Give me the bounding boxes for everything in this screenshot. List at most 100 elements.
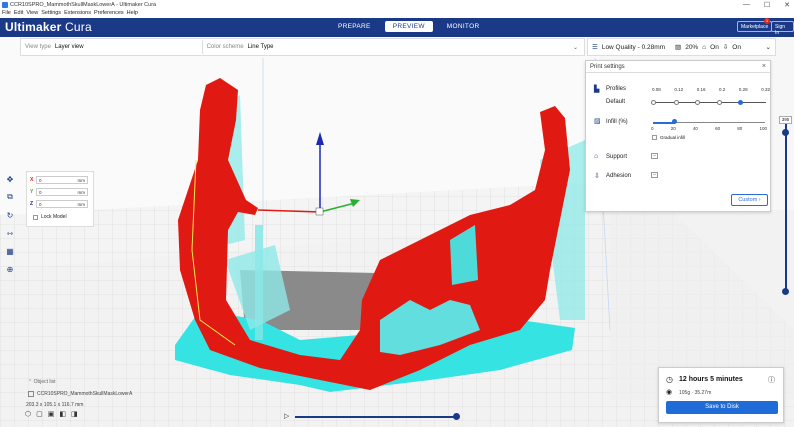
y-position-field[interactable]: 0 mm: [36, 188, 88, 196]
print-estimate-panel: ◷ 12 hours 5 minutes ⓘ ◉ 105g · 35.27m S…: [658, 367, 784, 423]
per-model-settings-icon[interactable]: ▦: [3, 242, 17, 260]
layer-height-selected[interactable]: [738, 100, 743, 105]
layer-height-ticks: 0.08 0.12 0.16 0.2 0.28 0.32: [652, 87, 770, 92]
support-label: Support: [606, 154, 628, 160]
object-name: CCR10SPRO_MammothSkullMaskLowerA: [28, 391, 132, 397]
print-settings-title: Print settings ×: [586, 61, 770, 73]
left-view-icon[interactable]: ◧: [59, 410, 66, 418]
profiles-label: Profiles: [606, 86, 627, 92]
menu-preferences[interactable]: Preferences: [94, 10, 124, 18]
layer-height-stop[interactable]: [651, 100, 656, 105]
custom-settings-button[interactable]: Custom ›: [731, 194, 768, 206]
layer-height-slider[interactable]: [653, 102, 766, 103]
menu-settings[interactable]: Settings: [41, 10, 61, 18]
print-setup-summary[interactable]: ☰ Low Quality - 0.28mm ▨ 20% ⌂ On ⇩ On ⌄: [587, 38, 776, 56]
clock-icon: ◷: [666, 375, 673, 384]
menu-edit[interactable]: Edit: [14, 10, 23, 18]
right-view-icon[interactable]: ◨: [71, 410, 78, 418]
y-row: Y 0 mm: [30, 188, 92, 196]
layer-slider-top-handle[interactable]: [782, 129, 789, 136]
support-icon: ⌂: [594, 153, 599, 160]
profiles-icon: ▙: [594, 86, 600, 93]
save-to-disk-button[interactable]: Save to Disk: [666, 401, 778, 414]
chevron-down-icon: ⌄: [765, 44, 771, 51]
rotate-tool-icon[interactable]: ↻: [3, 206, 17, 224]
info-icon[interactable]: ⓘ: [768, 375, 775, 385]
material-icon: ◉: [666, 389, 673, 396]
layer-slider-bottom-handle[interactable]: [782, 288, 789, 295]
z-position-field[interactable]: 0 mm: [36, 200, 88, 208]
quality-profile: Low Quality - 0.28mm: [601, 43, 666, 51]
z-row: Z 0 mm: [30, 200, 92, 208]
infill-slider-handle[interactable]: [672, 119, 677, 124]
maximize-button[interactable]: ☐: [764, 1, 770, 9]
top-view-icon[interactable]: ▣: [48, 410, 55, 418]
window-title: CCR10SPRO_MammothSkullMaskLowerA - Ultim…: [10, 2, 157, 8]
color-scheme-select[interactable]: Line Type: [248, 44, 274, 50]
path-slider-track[interactable]: [295, 416, 457, 418]
view-type-label: View type: [25, 44, 51, 50]
3d-view-icon[interactable]: ⬡: [25, 410, 31, 418]
menu-bar: File Edit View Settings Extensions Prefe…: [0, 10, 794, 18]
path-slider-handle[interactable]: [453, 413, 460, 420]
close-icon[interactable]: ×: [762, 63, 766, 70]
lock-model-label: Lock Model: [41, 214, 67, 220]
x-position-field[interactable]: 0 mm: [36, 176, 88, 184]
stage-tabs: PREPARE PREVIEW MONITOR: [330, 21, 487, 32]
move-panel: X 0 mm Y 0 mm Z 0 mm Lock Model: [26, 171, 94, 227]
app-header: Ultimaker Cura PREPARE PREVIEW MONITOR M…: [0, 18, 794, 37]
title-bar: CCR10SPRO_MammothSkullMaskLowerA - Ultim…: [0, 0, 794, 10]
gradual-infill-checkbox[interactable]: [652, 135, 657, 140]
support-blocker-icon[interactable]: ⊕: [3, 260, 17, 278]
adhesion-label: Adhesion: [606, 173, 632, 179]
tab-preview[interactable]: PREVIEW: [384, 21, 433, 32]
adhesion-toggle[interactable]: –: [651, 172, 658, 178]
camera-view-buttons: ⬡ ▢ ▣ ◧ ◨: [25, 410, 78, 418]
view-toolbar: View type Layer view Color scheme Line T…: [20, 38, 585, 56]
adhesion-icon: ⇩: [722, 44, 729, 51]
infill-icon: ▨: [594, 118, 601, 125]
menu-view[interactable]: View: [26, 10, 38, 18]
play-icon[interactable]: ▷: [284, 412, 289, 420]
object-dimensions: 203.3 x 105.1 x 116.7 mm: [26, 402, 84, 408]
support-summary: On: [710, 43, 719, 51]
layer-slider-track[interactable]: [785, 124, 787, 292]
infill-summary: 20%: [685, 43, 699, 51]
lock-model-checkbox[interactable]: [33, 214, 38, 220]
window-controls: — ☐ ✕: [743, 1, 790, 9]
cura-app-icon: [2, 2, 8, 8]
lock-model-row[interactable]: Lock Model: [33, 214, 67, 220]
view-type-select[interactable]: Layer view: [55, 44, 84, 50]
sign-in-button[interactable]: Sign In: [771, 21, 794, 36]
sliders-icon: ☰: [592, 44, 598, 51]
minimize-button[interactable]: —: [743, 1, 750, 9]
ultimaker-cura-logo: Ultimaker Cura: [5, 20, 92, 34]
tab-prepare[interactable]: PREPARE: [330, 21, 379, 32]
infill-ticks: 0 20 40 60 80 100: [651, 126, 767, 131]
layer-height-stop[interactable]: [717, 100, 722, 105]
layer-height-stop[interactable]: [695, 100, 700, 105]
move-tool-icon[interactable]: ✥: [3, 170, 17, 188]
print-settings-panel: Print settings × ▙ Profiles 0.08 0.12 0.…: [585, 60, 771, 212]
chevron-down-icon[interactable]: ⌄: [573, 44, 578, 51]
object-list-toggle[interactable]: ⌃ Object list: [28, 379, 56, 385]
adhesion-icon: ⇩: [594, 173, 600, 180]
scale-tool-icon[interactable]: ⧉: [3, 188, 17, 206]
tab-monitor[interactable]: MONITOR: [439, 21, 488, 32]
menu-file[interactable]: File: [2, 10, 11, 18]
x-row: X 0 mm: [30, 176, 92, 184]
front-view-icon[interactable]: ▢: [36, 410, 43, 418]
infill-icon: ▨: [675, 44, 682, 51]
gradual-infill-label: Gradual infill: [660, 135, 686, 140]
support-icon: ⌂: [702, 43, 707, 51]
close-button[interactable]: ✕: [784, 1, 790, 9]
mirror-tool-icon[interactable]: ⇿: [3, 224, 17, 242]
tool-panel: ✥ ⧉ ↻ ⇿ ▦ ⊕: [3, 170, 17, 278]
object-icon: [28, 391, 34, 397]
adhesion-summary: On: [732, 43, 741, 51]
layer-height-stop[interactable]: [674, 100, 679, 105]
menu-extensions[interactable]: Extensions: [64, 10, 91, 18]
support-toggle[interactable]: –: [651, 153, 658, 159]
menu-help[interactable]: Help: [127, 10, 138, 18]
layer-number[interactable]: 395: [779, 116, 792, 124]
